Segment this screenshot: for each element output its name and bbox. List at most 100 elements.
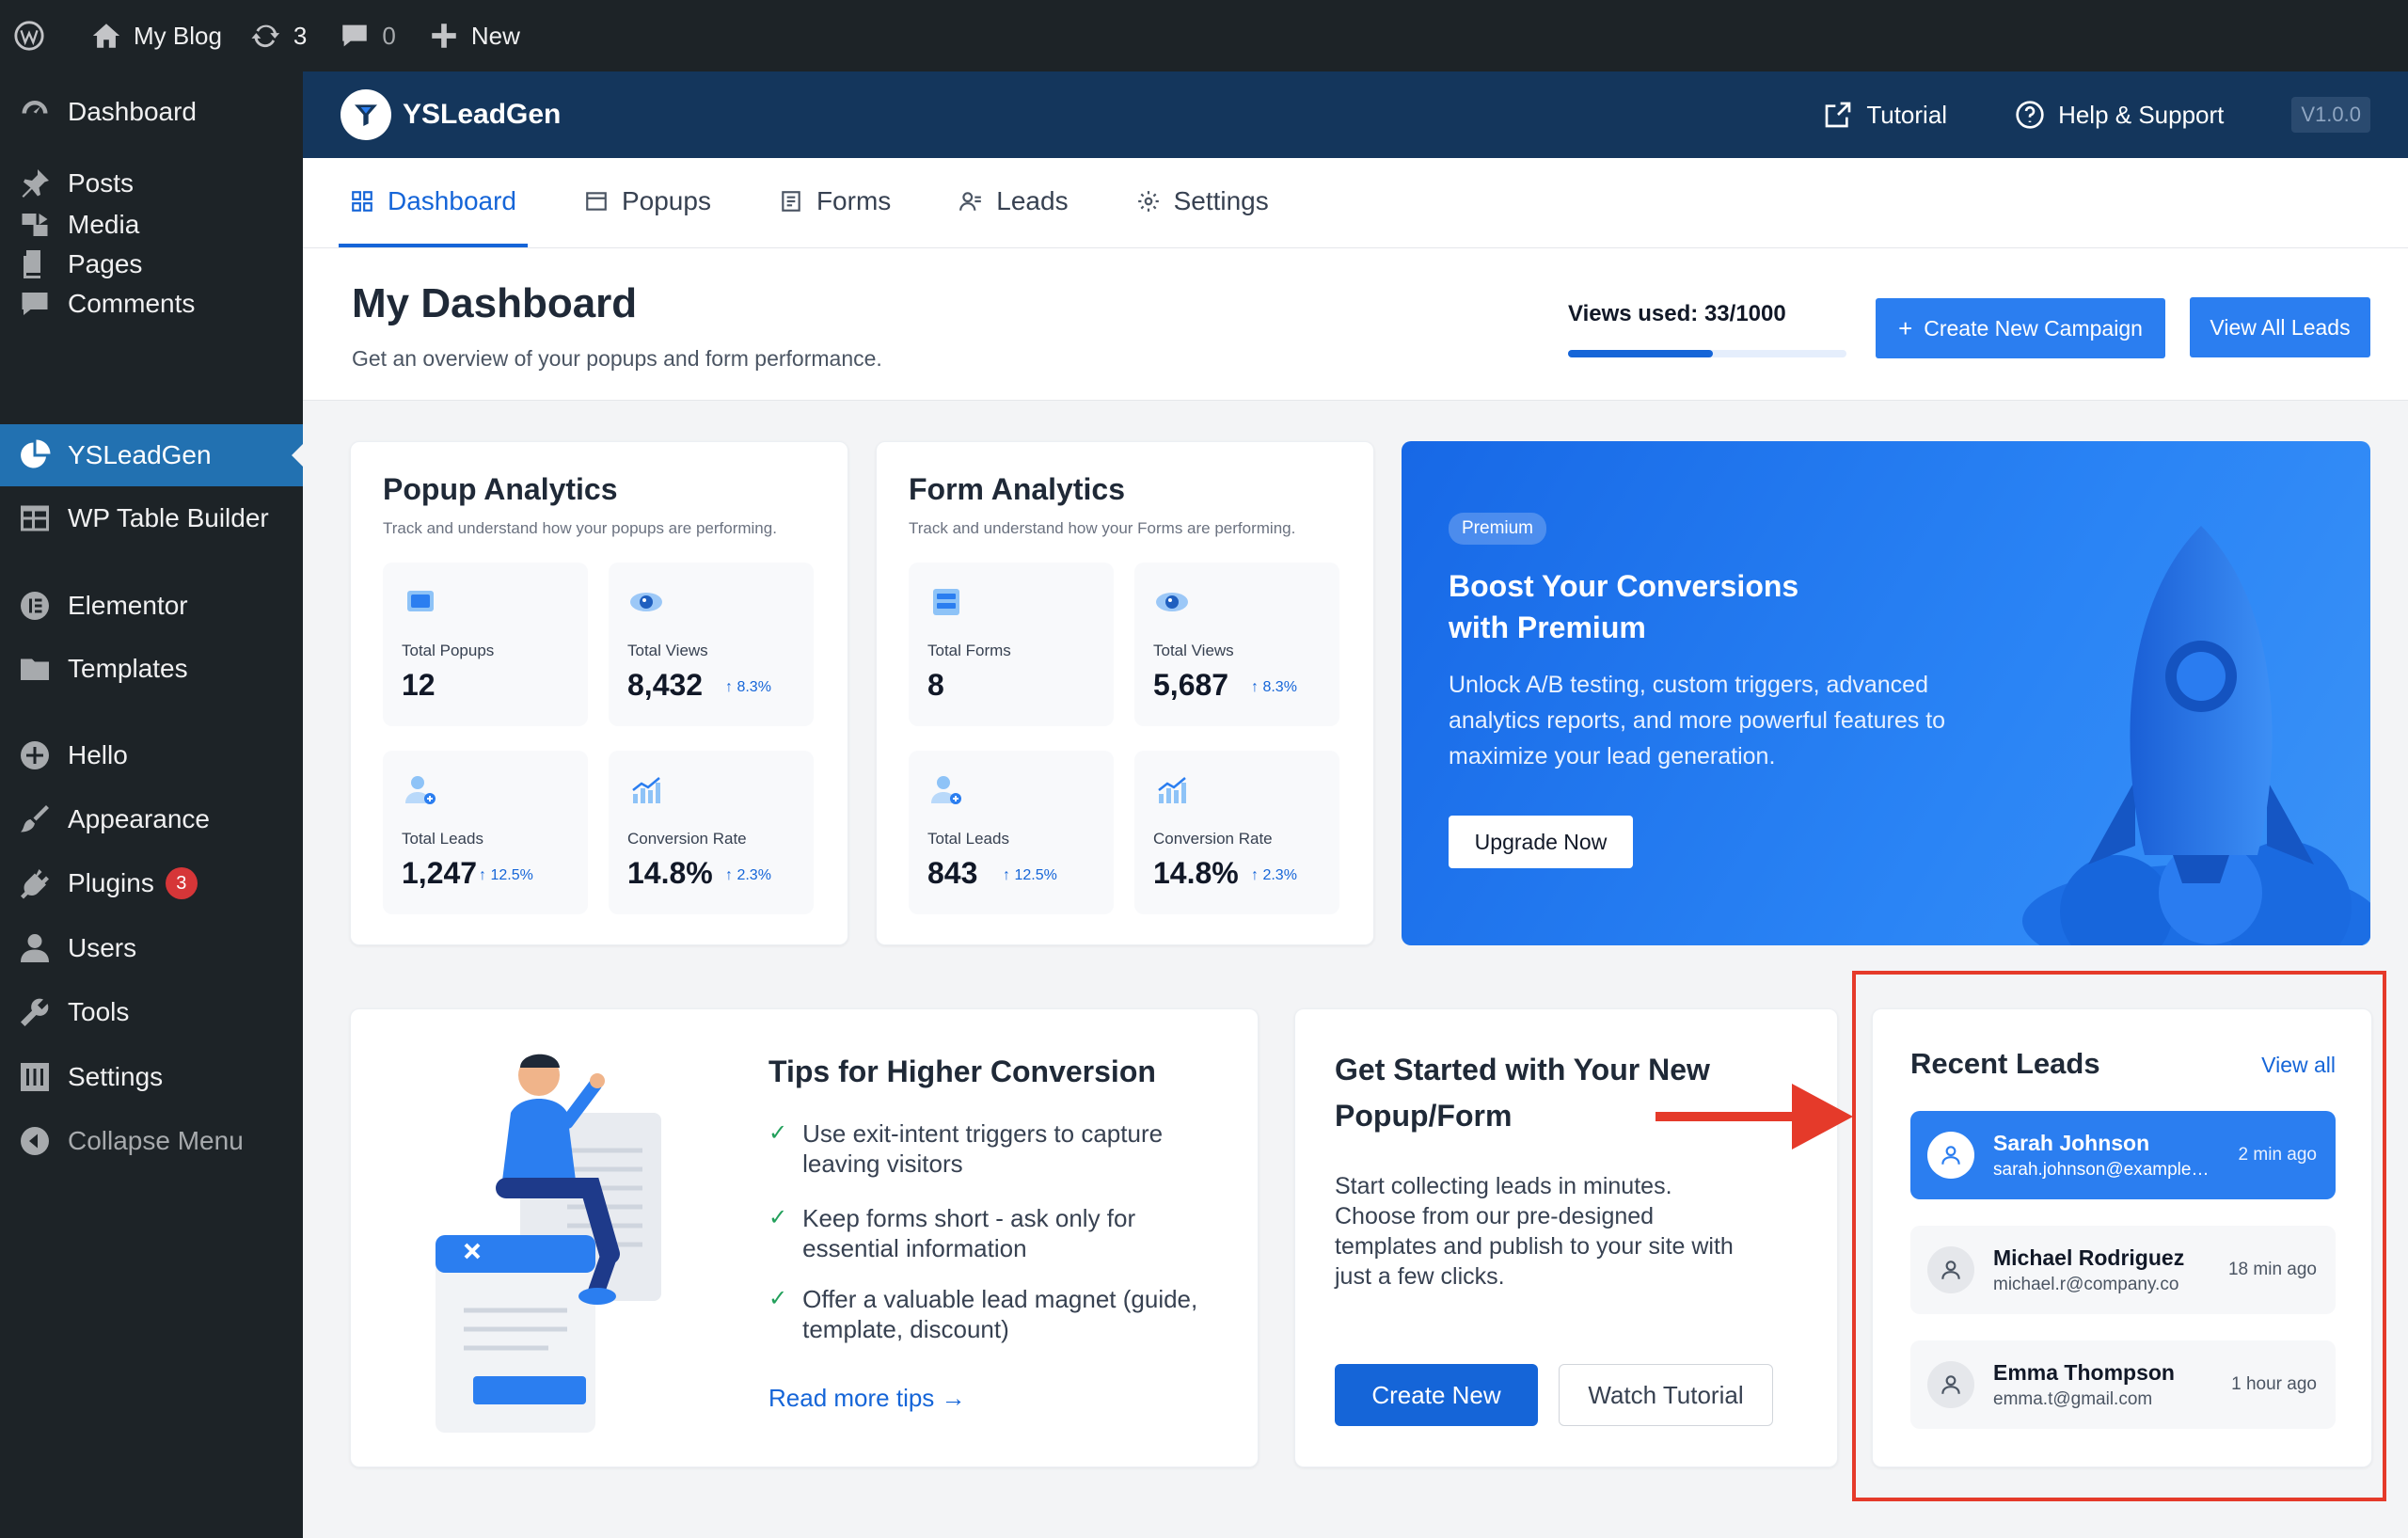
grid-icon — [352, 190, 372, 212]
tip-text: Keep forms short - ask only for essentia… — [802, 1204, 1136, 1262]
stat-total-popups: Total Popups 12 — [383, 563, 588, 726]
views-used-label: Views used: 33/1000 — [1568, 301, 1786, 326]
wrench-icon — [17, 994, 53, 1030]
user-icon — [17, 930, 53, 966]
stat-delta: ↑ 12.5% — [479, 867, 533, 883]
tab-leads[interactable]: Leads — [947, 158, 1079, 247]
tab-settings[interactable]: Settings — [1125, 158, 1280, 247]
admin-bar-comments[interactable]: 0 — [339, 0, 396, 71]
wordpress-icon — [14, 21, 44, 51]
lead-name: Sarah Johnson — [1993, 1130, 2150, 1155]
sidebar-item-label: Appearance — [68, 804, 211, 833]
stat-value: 14.8% — [627, 856, 713, 890]
sidebar-item-users[interactable]: Users — [0, 917, 303, 979]
admin-bar-updates[interactable]: 3 — [250, 0, 307, 71]
sidebar-item-appearance[interactable]: Appearance — [0, 788, 303, 850]
lead-email: emma.t@gmail.com — [1993, 1388, 2153, 1409]
sidebar-item-label: Tools — [68, 997, 130, 1026]
tab-label: Dashboard — [388, 185, 516, 215]
tutorial-link[interactable]: Tutorial — [1823, 100, 1947, 130]
sidebar-item-dashboard[interactable]: Dashboard — [0, 81, 303, 143]
read-more-tips-link[interactable]: Read more tips → — [768, 1384, 966, 1413]
sidebar-item-label: Users — [68, 933, 137, 962]
sidebar-item-label: Collapse Menu — [68, 1126, 244, 1155]
form-analytics-card: Form Analytics Track and understand how … — [876, 441, 1374, 945]
sidebar-item-settings[interactable]: Settings — [0, 1046, 303, 1108]
tab-forms[interactable]: Forms — [768, 158, 902, 247]
sidebar-item-elementor[interactable]: Elementor — [0, 575, 303, 637]
tab-label: Forms — [816, 185, 892, 215]
user-avatar-icon — [1927, 1132, 1974, 1179]
sidebar-item-label: Plugins — [68, 868, 154, 897]
plugins-update-badge: 3 — [165, 867, 198, 899]
folder-icon — [17, 651, 53, 687]
help-label: Help & Support — [2058, 100, 2225, 129]
sidebar-item-wp-table-builder[interactable]: WP Table Builder — [0, 487, 303, 549]
sidebar-item-comments[interactable]: Comments — [0, 273, 303, 335]
brand[interactable]: YSLeadGen — [341, 89, 561, 140]
admin-bar-site[interactable]: My Blog — [90, 0, 222, 71]
elementor-icon — [17, 588, 53, 624]
lead-row[interactable]: Sarah Johnson sarah.johnson@example.... … — [1910, 1111, 2336, 1199]
watch-tutorial-button[interactable]: Watch Tutorial — [1559, 1364, 1773, 1426]
sidebar-item-hello[interactable]: Hello — [0, 724, 303, 786]
create-campaign-button[interactable]: + Create New Campaign — [1876, 298, 2165, 358]
sidebar-item-tools[interactable]: Tools — [0, 981, 303, 1043]
external-link-icon — [1825, 102, 1851, 128]
wordpress-logo[interactable] — [13, 0, 45, 71]
stat-total-forms: Total Forms 8 — [909, 563, 1114, 726]
stat-conversion-rate: Conversion Rate 14.8% ↑ 2.3% — [1134, 751, 1339, 914]
views-used-fill — [1568, 350, 1713, 357]
admin-bar-new[interactable]: New — [428, 0, 520, 71]
lead-name: Emma Thompson — [1993, 1359, 2175, 1385]
page-header: My Dashboard Get an overview of your pop… — [303, 248, 2408, 401]
lead-email: sarah.johnson@example.... — [1993, 1159, 2210, 1180]
lead-time: 18 min ago — [2227, 1260, 2317, 1279]
get-started-card: Get Started with Your New Popup/Form Sta… — [1294, 1008, 1838, 1467]
funnel-logo-icon — [341, 89, 391, 140]
sidebar-item-plugins[interactable]: Plugins 3 — [0, 852, 303, 914]
stat-delta: ↑ 2.3% — [725, 867, 771, 883]
stat-value: 5,687 — [1153, 668, 1229, 702]
page-subtitle: Get an overview of your popups and form … — [352, 346, 882, 371]
popup-analytics-subtitle: Track and understand how your popups are… — [383, 519, 777, 537]
stat-delta: ↑ 8.3% — [1251, 679, 1297, 695]
pie-chart-icon — [17, 437, 53, 473]
new-label: New — [470, 21, 520, 50]
create-new-button[interactable]: Create New — [1335, 1364, 1538, 1426]
upgrade-now-button[interactable]: Upgrade Now — [1449, 816, 1633, 868]
sidebar-item-templates[interactable]: Templates — [0, 638, 303, 700]
recent-leads-title: Recent Leads — [1910, 1047, 2100, 1080]
gear-icon — [1137, 190, 1159, 212]
tab-popups[interactable]: Popups — [573, 158, 722, 247]
window-icon — [586, 191, 607, 211]
help-support-link[interactable]: Help & Support — [2015, 100, 2224, 130]
sidebar-item-label: Settings — [68, 1062, 164, 1091]
view-all-link[interactable]: View all — [2261, 1053, 2336, 1078]
admin-bar: My Blog 3 0 New — [0, 0, 2408, 71]
premium-banner: Premium Boost Your Conversions with Prem… — [1402, 441, 2370, 945]
lead-row[interactable]: Emma Thompson emma.t@gmail.com 1 hour ag… — [1910, 1340, 2336, 1429]
tab-dashboard[interactable]: Dashboard — [339, 158, 528, 247]
plus-circle-icon — [17, 737, 53, 773]
sidebar-item-label: Comments — [68, 289, 196, 318]
stat-value: 1,247 — [402, 856, 478, 890]
check-icon: ✓ — [768, 1120, 788, 1146]
stat-label: Total Leads — [402, 830, 483, 848]
sidebar-collapse-menu[interactable]: Collapse Menu — [0, 1110, 303, 1172]
stat-total-leads: Total Leads 843 ↑ 12.5% — [909, 751, 1114, 914]
tab-label: Leads — [996, 185, 1069, 215]
stat-label: Total Forms — [927, 642, 1011, 659]
lead-time: 2 min ago — [2238, 1145, 2317, 1165]
stat-total-leads: Total Leads 1,247 ↑ 12.5% — [383, 751, 588, 914]
table-icon — [17, 500, 53, 536]
comments-count: 0 — [382, 21, 396, 50]
lead-name: Michael Rodriguez — [1993, 1245, 2185, 1270]
stat-label: Total Popups — [402, 642, 495, 659]
tab-label: Popups — [621, 185, 711, 215]
sidebar-item-ysleadgen[interactable]: YSLeadGen — [0, 424, 303, 486]
view-all-leads-button[interactable]: View All Leads — [2190, 297, 2370, 357]
popup-analytics-title: Popup Analytics — [383, 472, 618, 506]
lead-row[interactable]: Michael Rodriguez michael.r@company.co 1… — [1910, 1226, 2336, 1314]
stat-label: Conversion Rate — [1153, 830, 1273, 848]
